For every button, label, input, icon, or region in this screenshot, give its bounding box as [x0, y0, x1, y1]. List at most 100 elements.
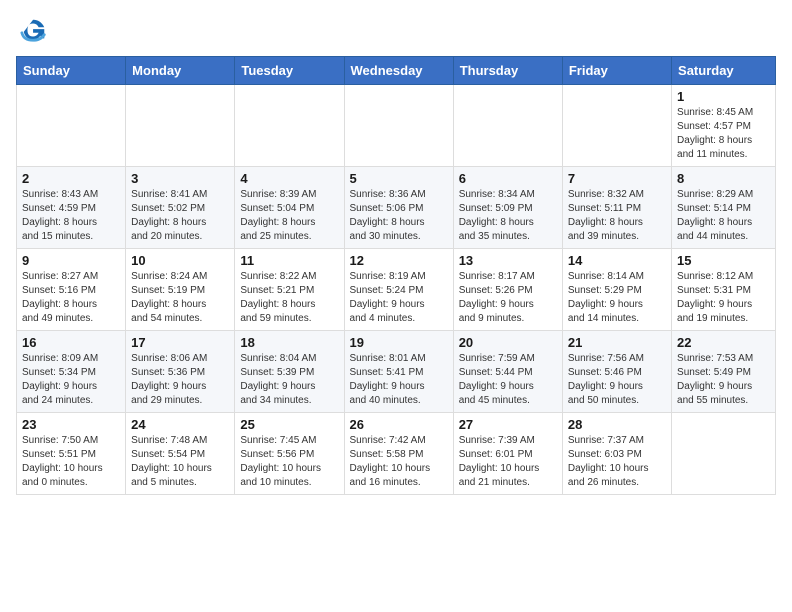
day-number: 3	[131, 171, 229, 186]
day-info: Sunrise: 8:29 AMSunset: 5:14 PMDaylight:…	[677, 188, 770, 244]
calendar-cell: 6 Sunrise: 8:34 AMSunset: 5:09 PMDaylight…	[453, 167, 562, 249]
day-info: Sunrise: 7:59 AMSunset: 5:44 PMDaylight:…	[459, 352, 557, 408]
calendar-cell: 25 Sunrise: 7:45 AMSunset: 5:56 PMDayligh…	[235, 413, 344, 495]
calendar-cell: 15 Sunrise: 8:12 AMSunset: 5:31 PMDayligh…	[672, 249, 776, 331]
day-number: 15	[677, 253, 770, 268]
day-number: 28	[568, 417, 666, 432]
calendar-cell	[672, 413, 776, 495]
day-number: 27	[459, 417, 557, 432]
day-info: Sunrise: 8:24 AMSunset: 5:19 PMDaylight:…	[131, 270, 229, 326]
calendar-cell	[453, 85, 562, 167]
day-number: 12	[350, 253, 448, 268]
calendar-cell: 23 Sunrise: 7:50 AMSunset: 5:51 PMDayligh…	[17, 413, 126, 495]
day-number: 5	[350, 171, 448, 186]
day-info: Sunrise: 7:50 AMSunset: 5:51 PMDaylight:…	[22, 434, 120, 490]
calendar-cell: 12 Sunrise: 8:19 AMSunset: 5:24 PMDayligh…	[344, 249, 453, 331]
day-info: Sunrise: 8:41 AMSunset: 5:02 PMDaylight:…	[131, 188, 229, 244]
day-info: Sunrise: 7:45 AMSunset: 5:56 PMDaylight:…	[240, 434, 338, 490]
weekday-header-sunday: Sunday	[17, 57, 126, 85]
calendar-cell: 17 Sunrise: 8:06 AMSunset: 5:36 PMDayligh…	[126, 331, 235, 413]
day-number: 21	[568, 335, 666, 350]
day-info: Sunrise: 8:36 AMSunset: 5:06 PMDaylight:…	[350, 188, 448, 244]
day-number: 24	[131, 417, 229, 432]
day-info: Sunrise: 8:12 AMSunset: 5:31 PMDaylight:…	[677, 270, 770, 326]
calendar-cell: 10 Sunrise: 8:24 AMSunset: 5:19 PMDayligh…	[126, 249, 235, 331]
calendar-cell: 2 Sunrise: 8:43 AMSunset: 4:59 PMDaylight…	[17, 167, 126, 249]
calendar-cell: 1 Sunrise: 8:45 AMSunset: 4:57 PMDaylight…	[672, 85, 776, 167]
day-info: Sunrise: 8:32 AMSunset: 5:11 PMDaylight:…	[568, 188, 666, 244]
day-info: Sunrise: 7:56 AMSunset: 5:46 PMDaylight:…	[568, 352, 666, 408]
day-number: 26	[350, 417, 448, 432]
day-info: Sunrise: 8:09 AMSunset: 5:34 PMDaylight:…	[22, 352, 120, 408]
calendar-cell	[17, 85, 126, 167]
day-info: Sunrise: 8:39 AMSunset: 5:04 PMDaylight:…	[240, 188, 338, 244]
day-info: Sunrise: 7:42 AMSunset: 5:58 PMDaylight:…	[350, 434, 448, 490]
calendar-cell: 7 Sunrise: 8:32 AMSunset: 5:11 PMDaylight…	[562, 167, 671, 249]
day-number: 9	[22, 253, 120, 268]
calendar-cell: 19 Sunrise: 8:01 AMSunset: 5:41 PMDayligh…	[344, 331, 453, 413]
logo-icon	[20, 16, 48, 44]
calendar-cell	[344, 85, 453, 167]
day-number: 16	[22, 335, 120, 350]
day-info: Sunrise: 8:27 AMSunset: 5:16 PMDaylight:…	[22, 270, 120, 326]
calendar-cell: 13 Sunrise: 8:17 AMSunset: 5:26 PMDayligh…	[453, 249, 562, 331]
weekday-header-tuesday: Tuesday	[235, 57, 344, 85]
day-number: 11	[240, 253, 338, 268]
weekday-header-monday: Monday	[126, 57, 235, 85]
day-info: Sunrise: 8:19 AMSunset: 5:24 PMDaylight:…	[350, 270, 448, 326]
weekday-header-wednesday: Wednesday	[344, 57, 453, 85]
day-info: Sunrise: 8:04 AMSunset: 5:39 PMDaylight:…	[240, 352, 338, 408]
day-number: 17	[131, 335, 229, 350]
day-number: 22	[677, 335, 770, 350]
day-number: 2	[22, 171, 120, 186]
day-info: Sunrise: 7:48 AMSunset: 5:54 PMDaylight:…	[131, 434, 229, 490]
calendar-table: SundayMondayTuesdayWednesdayThursdayFrid…	[16, 56, 776, 495]
day-number: 23	[22, 417, 120, 432]
calendar-cell: 9 Sunrise: 8:27 AMSunset: 5:16 PMDaylight…	[17, 249, 126, 331]
calendar-cell: 28 Sunrise: 7:37 AMSunset: 6:03 PMDayligh…	[562, 413, 671, 495]
day-info: Sunrise: 7:53 AMSunset: 5:49 PMDaylight:…	[677, 352, 770, 408]
calendar-cell: 18 Sunrise: 8:04 AMSunset: 5:39 PMDayligh…	[235, 331, 344, 413]
calendar-cell	[126, 85, 235, 167]
calendar-cell: 3 Sunrise: 8:41 AMSunset: 5:02 PMDaylight…	[126, 167, 235, 249]
day-number: 14	[568, 253, 666, 268]
day-number: 4	[240, 171, 338, 186]
day-number: 10	[131, 253, 229, 268]
calendar-cell: 5 Sunrise: 8:36 AMSunset: 5:06 PMDaylight…	[344, 167, 453, 249]
calendar-cell: 16 Sunrise: 8:09 AMSunset: 5:34 PMDayligh…	[17, 331, 126, 413]
calendar-cell: 27 Sunrise: 7:39 AMSunset: 6:01 PMDayligh…	[453, 413, 562, 495]
day-number: 8	[677, 171, 770, 186]
day-number: 20	[459, 335, 557, 350]
weekday-header-thursday: Thursday	[453, 57, 562, 85]
day-info: Sunrise: 7:39 AMSunset: 6:01 PMDaylight:…	[459, 434, 557, 490]
calendar-cell: 4 Sunrise: 8:39 AMSunset: 5:04 PMDaylight…	[235, 167, 344, 249]
weekday-header-friday: Friday	[562, 57, 671, 85]
calendar-cell: 14 Sunrise: 8:14 AMSunset: 5:29 PMDayligh…	[562, 249, 671, 331]
day-info: Sunrise: 8:01 AMSunset: 5:41 PMDaylight:…	[350, 352, 448, 408]
day-info: Sunrise: 8:22 AMSunset: 5:21 PMDaylight:…	[240, 270, 338, 326]
day-info: Sunrise: 8:34 AMSunset: 5:09 PMDaylight:…	[459, 188, 557, 244]
logo	[16, 16, 50, 44]
weekday-header-saturday: Saturday	[672, 57, 776, 85]
day-info: Sunrise: 8:43 AMSunset: 4:59 PMDaylight:…	[22, 188, 120, 244]
day-info: Sunrise: 8:17 AMSunset: 5:26 PMDaylight:…	[459, 270, 557, 326]
day-info: Sunrise: 8:06 AMSunset: 5:36 PMDaylight:…	[131, 352, 229, 408]
calendar-cell: 20 Sunrise: 7:59 AMSunset: 5:44 PMDayligh…	[453, 331, 562, 413]
day-info: Sunrise: 8:14 AMSunset: 5:29 PMDaylight:…	[568, 270, 666, 326]
calendar-cell: 26 Sunrise: 7:42 AMSunset: 5:58 PMDayligh…	[344, 413, 453, 495]
calendar-cell: 21 Sunrise: 7:56 AMSunset: 5:46 PMDayligh…	[562, 331, 671, 413]
day-number: 6	[459, 171, 557, 186]
day-number: 18	[240, 335, 338, 350]
day-number: 13	[459, 253, 557, 268]
day-number: 7	[568, 171, 666, 186]
calendar-cell	[235, 85, 344, 167]
day-number: 19	[350, 335, 448, 350]
calendar-cell: 24 Sunrise: 7:48 AMSunset: 5:54 PMDayligh…	[126, 413, 235, 495]
day-info: Sunrise: 7:37 AMSunset: 6:03 PMDaylight:…	[568, 434, 666, 490]
calendar-cell: 11 Sunrise: 8:22 AMSunset: 5:21 PMDayligh…	[235, 249, 344, 331]
day-number: 1	[677, 89, 770, 104]
day-number: 25	[240, 417, 338, 432]
calendar-cell: 22 Sunrise: 7:53 AMSunset: 5:49 PMDayligh…	[672, 331, 776, 413]
day-info: Sunrise: 8:45 AMSunset: 4:57 PMDaylight:…	[677, 106, 770, 162]
calendar-cell	[562, 85, 671, 167]
